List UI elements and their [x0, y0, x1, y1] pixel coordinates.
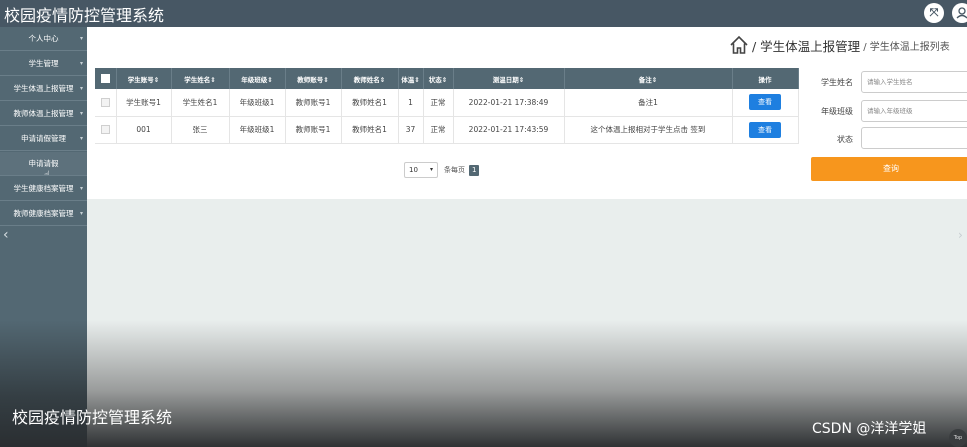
- pagination: 10 ▾ 条每页 1: [404, 162, 480, 178]
- table-cell: 备注1: [564, 89, 733, 117]
- status-label: 状态: [837, 135, 853, 144]
- table-cell: 教师账号1: [285, 116, 342, 144]
- view-button[interactable]: 查看: [749, 94, 781, 111]
- sidebar-item-student-temperature[interactable]: 学生体温上报管理 ▾: [0, 77, 87, 101]
- footer-title: 校园疫情防控管理系统: [12, 408, 173, 427]
- chevron-down-icon: ▾: [79, 85, 83, 92]
- row-checkbox[interactable]: [95, 116, 117, 144]
- sidebar-item-leave-management[interactable]: 申请请假管理 ▾: [0, 127, 87, 151]
- chevron-down-icon: ▾: [79, 110, 83, 117]
- class-input[interactable]: 请输入年级班级: [861, 100, 967, 122]
- student-name-label: 学生姓名: [821, 78, 853, 87]
- column-header[interactable]: 学生姓名⇕: [171, 68, 230, 89]
- fullscreen-icon[interactable]: ⤧: [924, 3, 944, 23]
- column-header[interactable]: 教师账号⇕: [285, 68, 342, 89]
- table-cell: 1: [398, 89, 424, 117]
- sidebar-item-teacher-temperature[interactable]: 教师体温上报管理 ▾: [0, 102, 87, 126]
- table-cell: 教师姓名1: [341, 89, 399, 117]
- table-cell: 2022-01-21 17:38:49: [453, 89, 565, 117]
- chevron-down-icon: ▾: [429, 166, 433, 173]
- app-title: 校园疫情防控管理系统: [4, 6, 165, 25]
- temperature-table: 学生账号⇕ 学生姓名⇕ 年级班级⇕ 教师账号⇕ 教师姓名⇕ 体温⇕ 状态⇕ 测温…: [95, 68, 799, 144]
- breadcrumb-main[interactable]: / 学生体温上报管理: [752, 36, 860, 55]
- chevron-down-icon: ▾: [79, 35, 83, 42]
- table-cell: 教师姓名1: [341, 116, 399, 144]
- table-header-row: 学生账号⇕ 学生姓名⇕ 年级班级⇕ 教师账号⇕ 教师姓名⇕ 体温⇕ 状态⇕ 测温…: [95, 68, 799, 89]
- row-checkbox[interactable]: [95, 89, 117, 117]
- table-cell: 这个体温上报相对于学生点击 签到: [564, 116, 733, 144]
- class-label: 年级班级: [821, 107, 853, 116]
- student-name-input[interactable]: 请输入学生姓名: [861, 71, 967, 93]
- column-header[interactable]: 体温⇕: [398, 68, 424, 89]
- table-cell: 张三: [171, 116, 230, 144]
- chevron-down-icon: ▾: [79, 60, 83, 67]
- table-cell: 正常: [423, 89, 454, 117]
- table-cell: 2022-01-21 17:43:59: [453, 116, 565, 144]
- column-header[interactable]: 教师姓名⇕: [341, 68, 399, 89]
- user-icon[interactable]: [952, 3, 967, 23]
- table-cell: 查看: [732, 116, 799, 144]
- breadcrumb-current: / 学生体温上报列表: [863, 41, 950, 53]
- table-cell: 001: [116, 116, 172, 144]
- collapse-sidebar-icon[interactable]: ‹: [3, 227, 9, 243]
- column-header[interactable]: 状态⇕: [423, 68, 454, 89]
- sidebar-item-teacher-health-records[interactable]: 教师健康档案管理 ▾: [0, 202, 87, 226]
- chevron-down-icon: ▾: [79, 185, 83, 192]
- table-cell: 37: [398, 116, 424, 144]
- sidebar-item-student-management[interactable]: 学生管理 ▾: [0, 52, 87, 76]
- status-input[interactable]: [861, 127, 967, 149]
- sidebar-item-personal-center[interactable]: 个人中心 ▾: [0, 27, 87, 51]
- chevron-right-icon[interactable]: ›: [958, 228, 963, 242]
- cursor-hand-icon: ☝: [44, 170, 51, 176]
- table-cell: 查看: [732, 89, 799, 117]
- table-cell: 正常: [423, 116, 454, 144]
- top-bar: 校园疫情防控管理系统 ⤧: [0, 0, 967, 27]
- column-header[interactable]: 测温日期⇕: [453, 68, 565, 89]
- select-all-checkbox[interactable]: [95, 68, 117, 89]
- query-button[interactable]: 查询: [811, 157, 967, 181]
- table-cell: 学生账号1: [116, 89, 172, 117]
- chevron-down-icon: ▾: [79, 210, 83, 217]
- per-page-label: 条每页: [444, 166, 465, 174]
- table-row: 学生账号1 学生姓名1 年级班级1 教师账号1 教师姓名1 1 正常 2022-…: [95, 89, 799, 117]
- sidebar-item-student-health-records[interactable]: 学生健康档案管理 ▾: [0, 177, 87, 201]
- column-header[interactable]: 学生账号⇕: [116, 68, 172, 89]
- back-to-top-button[interactable]: Top: [949, 429, 967, 447]
- table-cell: 年级班级1: [229, 89, 286, 117]
- column-header[interactable]: 年级班级⇕: [229, 68, 286, 89]
- page-size-select[interactable]: 10 ▾: [404, 162, 438, 178]
- table-row: 001 张三 年级班级1 教师账号1 教师姓名1 37 正常 2022-01-2…: [95, 116, 799, 144]
- view-button[interactable]: 查看: [749, 121, 781, 138]
- watermark: CSDN @洋洋学姐: [812, 421, 927, 437]
- column-header: 操作: [732, 68, 799, 89]
- table-cell: 年级班级1: [229, 116, 286, 144]
- breadcrumb: / 学生体温上报管理 / 学生体温上报列表: [728, 33, 950, 57]
- chevron-down-icon: ▾: [79, 135, 83, 142]
- column-header[interactable]: 备注⇕: [564, 68, 733, 89]
- table-cell: 学生姓名1: [171, 89, 230, 117]
- page-number-button[interactable]: 1: [469, 164, 480, 176]
- table-cell: 教师账号1: [285, 89, 342, 117]
- sidebar-item-leave-request[interactable]: 申请请假 ☝: [0, 152, 87, 176]
- home-icon[interactable]: [728, 34, 750, 56]
